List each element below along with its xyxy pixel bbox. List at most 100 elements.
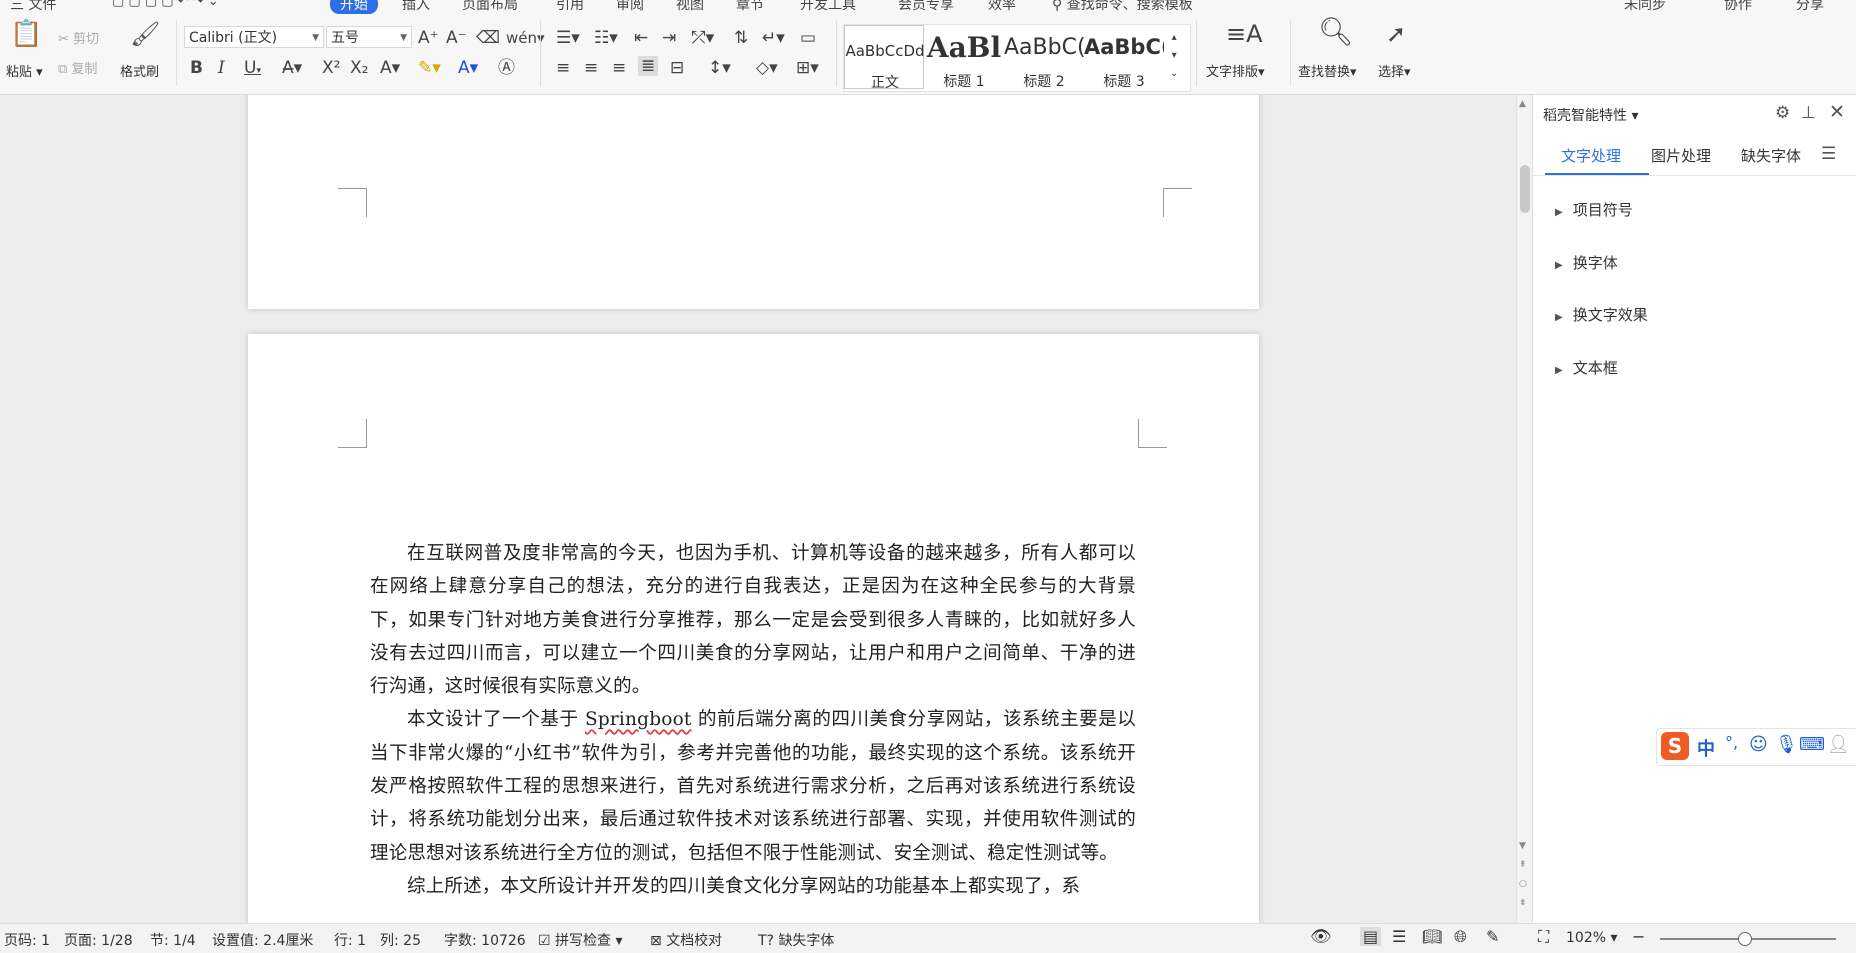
web-view-icon[interactable]: 🌐︎ xyxy=(1454,927,1467,947)
tab-page-layout[interactable]: 页面布局 xyxy=(462,0,518,14)
document-canvas[interactable]: 在互联网普及度非常高的今天，也因为手机、计算机等设备的越来越多，所有人都可以在网… xyxy=(0,95,1516,923)
tab-member[interactable]: 会员专享 xyxy=(898,0,954,14)
spellcheck-flagged-word[interactable]: Springboot xyxy=(585,709,692,730)
style-normal[interactable]: AaBbCcDd 正文 xyxy=(844,25,925,91)
magnifier-icon[interactable]: 🔍︎ xyxy=(1318,18,1354,46)
reading-view-icon[interactable]: 📖︎ xyxy=(1422,927,1442,946)
format-painter-icon[interactable]: 🖌 xyxy=(130,22,160,46)
document-page-prev[interactable] xyxy=(248,95,1259,309)
status-page-count[interactable]: 页面: 1/28 xyxy=(64,930,133,950)
emoji-icon[interactable]: ☺ xyxy=(1749,734,1768,755)
justify-icon[interactable]: ≣ xyxy=(638,56,659,76)
text-direction-icon[interactable]: ⤱▾ xyxy=(692,28,714,48)
char-border-icon[interactable]: Ⓐ xyxy=(498,58,515,78)
collaborate-button[interactable]: 协作 xyxy=(1724,0,1752,14)
keyboard-icon[interactable]: ⌨ xyxy=(1799,734,1825,755)
status-page-number[interactable]: 页码: 1 xyxy=(4,930,50,950)
grow-font-icon[interactable]: A⁺ xyxy=(418,28,439,48)
tab-review[interactable]: 审阅 xyxy=(616,0,644,14)
tab-chapter[interactable]: 章节 xyxy=(736,0,764,14)
ime-punct-toggle[interactable]: °, xyxy=(1725,733,1738,752)
text-layout-button[interactable]: 文字排版▾ xyxy=(1206,61,1265,80)
cursor-icon[interactable]: ➚ xyxy=(1386,22,1406,46)
zoom-out-icon[interactable]: − xyxy=(1632,927,1645,946)
scroll-up-icon[interactable]: ▲ xyxy=(1519,99,1526,109)
bullet-list-icon[interactable]: ☰▾ xyxy=(556,28,580,48)
page-nav-icons[interactable]: ▼ ⇞ ○ ⇟ xyxy=(1519,837,1527,913)
outline-view-icon[interactable]: ☰ xyxy=(1392,927,1406,946)
tab-insert[interactable]: 插入 xyxy=(402,0,430,14)
paste-icon[interactable]: 📋 xyxy=(10,21,42,47)
gear-icon[interactable]: ⚙ xyxy=(1775,103,1790,123)
document-body[interactable]: 在互联网普及度非常高的今天，也因为手机、计算机等设备的越来越多，所有人都可以在网… xyxy=(370,537,1136,903)
eye-protection-icon[interactable]: 👁︎ xyxy=(1310,927,1332,947)
tab-home[interactable]: 开始 xyxy=(330,0,378,14)
sync-status[interactable]: 未同步 xyxy=(1624,0,1666,14)
highlight-icon[interactable]: ✎▾ xyxy=(418,58,441,78)
status-row[interactable]: 行: 1 xyxy=(334,930,366,950)
ime-toolbar[interactable]: S 中 °, ☺ 🎙︎ ⌨ 👤︎ xyxy=(1656,728,1856,766)
cut-button[interactable]: ✂ 剪切 xyxy=(58,28,99,47)
line-spacing-icon[interactable]: ↕▾ xyxy=(708,58,731,78)
sort-icon[interactable]: ⇅ xyxy=(734,28,748,48)
paragraph-3[interactable]: 综上所述，本文所设计并开发的四川美食文化分享网站的功能基本上都实现了，系 xyxy=(370,870,1136,903)
page-view-icon[interactable]: ▤ xyxy=(1360,927,1382,946)
missing-font-button[interactable]: T? 缺失字体 xyxy=(758,930,834,950)
paste-button[interactable]: 粘贴 ▾ xyxy=(6,61,43,80)
shading-icon[interactable]: ◇▾ xyxy=(756,58,778,78)
align-right-icon[interactable]: ≡ xyxy=(612,58,626,78)
tab-efficiency[interactable]: 效率 xyxy=(988,0,1016,14)
shrink-font-icon[interactable]: A⁻ xyxy=(446,28,467,48)
align-left-icon[interactable]: ≡ xyxy=(556,58,570,78)
tab-view[interactable]: 视图 xyxy=(676,0,704,14)
feature-textbox[interactable]: ▶ 文本框 xyxy=(1555,357,1618,378)
scrollbar-thumb[interactable] xyxy=(1520,165,1530,213)
select-button[interactable]: 选择▾ xyxy=(1378,61,1411,80)
style-heading-1[interactable]: AaBl 标题 1 xyxy=(924,25,1004,90)
tab-developer[interactable]: 开发工具 xyxy=(800,0,856,14)
paragraph-1[interactable]: 在互联网普及度非常高的今天，也因为手机、计算机等设备的越来越多，所有人都可以在网… xyxy=(370,537,1136,703)
numbered-list-icon[interactable]: ☷▾ xyxy=(594,28,618,48)
feature-change-font[interactable]: ▶ 换字体 xyxy=(1555,252,1618,273)
spellcheck-toggle[interactable]: ☑ 拼写检查 ▾ xyxy=(538,930,623,950)
align-center-icon[interactable]: ≡ xyxy=(584,58,598,78)
pen-icon[interactable]: ✎ xyxy=(1486,927,1499,946)
font-color-icon[interactable]: A▾ xyxy=(458,58,478,78)
italic-button[interactable]: I xyxy=(218,58,225,78)
style-scroll-icon[interactable]: ▴ ▾ ⌄ xyxy=(1170,29,1178,83)
panel-title[interactable]: 稻壳智能特性 ▾ xyxy=(1543,105,1638,125)
text-layout-icon[interactable]: ≡A xyxy=(1226,22,1263,46)
vertical-scrollbar[interactable]: ▲ ▼ ⇞ ○ ⇟ xyxy=(1516,95,1533,923)
font-name-select[interactable]: Calibri (正文) ▼ xyxy=(184,26,324,48)
paragraph-2[interactable]: 本文设计了一个基于 Springboot 的前后端分离的四川美食分享网站，该系统… xyxy=(370,703,1136,869)
tab-missing-fonts[interactable]: 缺失字体 xyxy=(1741,145,1801,166)
increase-indent-icon[interactable]: ⇥ xyxy=(662,28,676,48)
show-marks-icon[interactable]: ↵▾ xyxy=(762,28,785,48)
zoom-slider-handle[interactable] xyxy=(1738,932,1752,946)
copy-button[interactable]: ⧉ 复制 xyxy=(58,58,97,77)
tab-references[interactable]: 引用 xyxy=(556,0,584,14)
status-setting-value[interactable]: 设置值: 2.4厘米 xyxy=(212,930,313,950)
zoom-level[interactable]: 102% ▾ xyxy=(1566,930,1618,946)
superscript-icon[interactable]: X² xyxy=(322,58,340,78)
underline-button[interactable]: U▾ xyxy=(244,58,261,81)
style-heading-3[interactable]: AaBbC( 标题 3 xyxy=(1084,25,1164,90)
close-icon[interactable]: ✕ xyxy=(1829,101,1845,123)
distributed-icon[interactable]: ⊟ xyxy=(670,58,684,78)
status-word-count[interactable]: 字数: 10726 xyxy=(444,930,526,950)
tab-text-processing[interactable]: 文字处理 xyxy=(1561,145,1621,166)
style-heading-2[interactable]: AaBbC( 标题 2 xyxy=(1004,25,1084,90)
clear-format-icon[interactable]: ⌫ xyxy=(476,28,500,48)
bold-button[interactable]: B xyxy=(190,58,203,78)
ime-mode-toggle[interactable]: 中 xyxy=(1697,735,1715,761)
user-icon[interactable]: 👤︎ xyxy=(1827,734,1850,755)
share-button[interactable]: 分享 xyxy=(1796,0,1824,14)
menu-icon[interactable]: ☰ xyxy=(1821,144,1836,164)
microphone-icon[interactable]: 🎙︎ xyxy=(1775,734,1798,755)
feature-bullets[interactable]: ▶ 项目符号 xyxy=(1555,199,1633,220)
format-painter-button[interactable]: 格式刷 xyxy=(120,61,159,80)
feature-text-effect[interactable]: ▶ 换文字效果 xyxy=(1555,304,1648,325)
pin-icon[interactable]: ⊥ xyxy=(1801,103,1816,123)
file-menu[interactable]: 三 文件 xyxy=(10,0,56,14)
borders-icon[interactable]: ⊞▾ xyxy=(796,58,819,78)
